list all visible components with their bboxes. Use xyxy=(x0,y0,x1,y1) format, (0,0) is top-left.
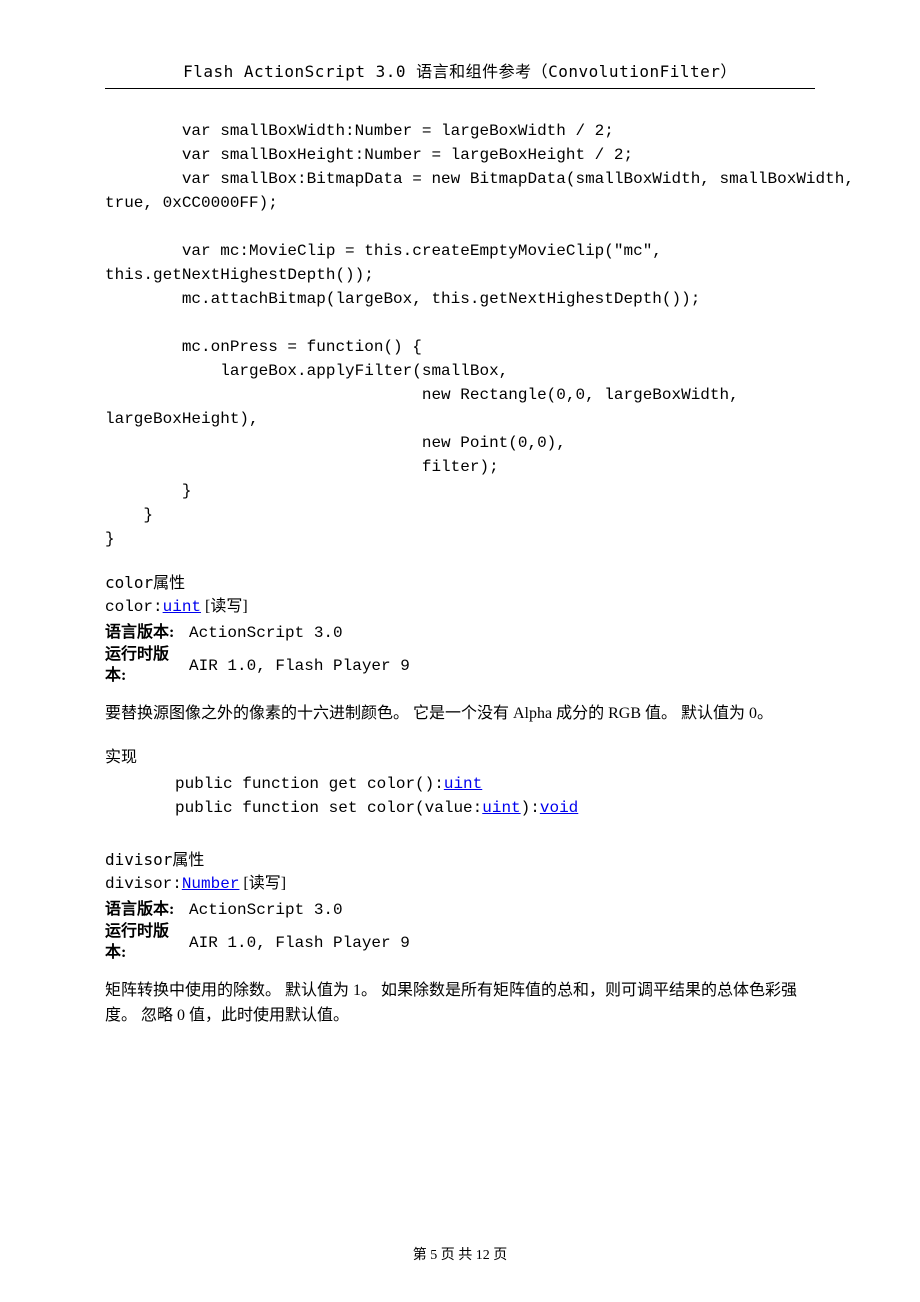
color-get-impl: public function get color():uint xyxy=(105,772,815,796)
color-runtime-label: 运行时版本: xyxy=(105,645,183,687)
divisor-runtime-label: 运行时版本: xyxy=(105,922,183,964)
color-set-impl: public function set color(value:uint):vo… xyxy=(105,796,815,820)
divisor-signature: divisor:Number [读写] xyxy=(105,872,815,896)
divisor-meta: 语言版本: ActionScript 3.0 运行时版本: AIR 1.0, F… xyxy=(105,898,815,964)
color-sig-prefix: color: xyxy=(105,598,163,616)
color-set-mid: ): xyxy=(521,799,540,817)
color-description: 要替换源图像之外的像素的十六进制颜色。 它是一个没有 Alpha 成分的 RGB… xyxy=(105,701,815,727)
color-lang-value: ActionScript 3.0 xyxy=(183,621,343,645)
color-meta: 语言版本: ActionScript 3.0 运行时版本: AIR 1.0, F… xyxy=(105,621,815,687)
color-signature: color:uint [读写] xyxy=(105,595,815,619)
divisor-runtime-value: AIR 1.0, Flash Player 9 xyxy=(183,931,410,955)
color-impl-label: 实现 xyxy=(105,746,815,770)
uint-link[interactable]: uint xyxy=(163,598,201,616)
color-rw: [读写] xyxy=(201,598,248,615)
uint-link[interactable]: uint xyxy=(444,775,482,793)
page-footer: 第 5 页 共 12 页 xyxy=(0,1245,920,1266)
color-runtime-value: AIR 1.0, Flash Player 9 xyxy=(183,654,410,678)
divisor-rw: [读写] xyxy=(239,875,286,892)
color-get-prefix: public function get color(): xyxy=(175,775,444,793)
color-property-title: color属性 xyxy=(105,571,815,595)
divisor-lang-value: ActionScript 3.0 xyxy=(183,898,343,922)
code-sample: var smallBoxWidth:Number = largeBoxWidth… xyxy=(105,119,815,551)
number-link[interactable]: Number xyxy=(182,875,240,893)
divisor-sig-prefix: divisor: xyxy=(105,875,182,893)
page-header: Flash ActionScript 3.0 语言和组件参考（Convoluti… xyxy=(105,60,815,89)
void-link[interactable]: void xyxy=(540,799,578,817)
color-set-prefix: public function set color(value: xyxy=(175,799,482,817)
divisor-lang-label: 语言版本: xyxy=(105,900,183,921)
color-lang-label: 语言版本: xyxy=(105,623,183,644)
uint-link[interactable]: uint xyxy=(482,799,520,817)
divisor-property-title: divisor属性 xyxy=(105,848,815,872)
divisor-description: 矩阵转换中使用的除数。 默认值为 1。 如果除数是所有矩阵值的总和，则可调平结果… xyxy=(105,978,815,1029)
